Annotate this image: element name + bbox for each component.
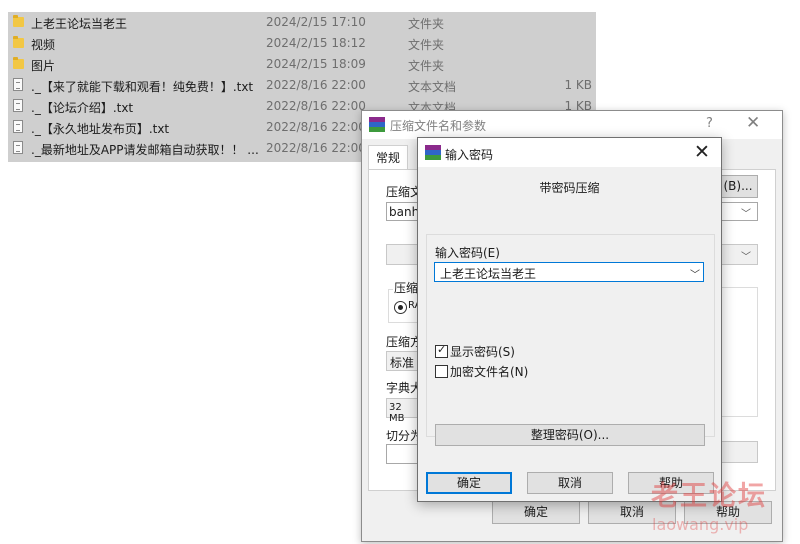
- file-date: 2024/2/15 17:10: [266, 15, 366, 29]
- file-row[interactable]: 视频 2024/2/15 18:12 文件夹: [8, 33, 596, 54]
- show-password-label: 显示密码(S): [450, 345, 515, 359]
- update-mode-select[interactable]: ﹀: [718, 202, 758, 221]
- file-row[interactable]: 上老王论坛当老王 2024/2/15 17:10 文件夹: [8, 12, 596, 33]
- password-dialog: 输入密码 ✕ 带密码压缩 输入密码(E) 上老王论坛当老王 ﹀ ✓ 显示密码(S…: [417, 137, 722, 502]
- file-type: 文件夹: [408, 38, 445, 52]
- password-value: 上老王论坛当老王: [440, 267, 537, 281]
- method-value: 标准: [390, 356, 415, 370]
- dictionary-select[interactable]: 32 MB: [386, 398, 421, 424]
- folder-icon: [13, 57, 24, 69]
- format-rar-radio[interactable]: [394, 301, 407, 314]
- watermark-logo: 老王论坛: [651, 481, 767, 512]
- file-name: 视频: [31, 38, 56, 52]
- file-name: ._【来了就能下载和观看！纯免费！】.txt: [31, 80, 254, 94]
- file-date: 2024/2/15 18:09: [266, 57, 366, 71]
- cancel-button-label: 取消: [557, 476, 582, 490]
- method-select[interactable]: 标准: [386, 351, 421, 371]
- tab-general[interactable]: 常规: [368, 145, 408, 170]
- chevron-down-icon: ﹀: [741, 252, 751, 263]
- file-row[interactable]: 图片 2024/2/15 18:09 文件夹: [8, 54, 596, 75]
- ok-button[interactable]: 确定: [426, 472, 512, 494]
- ok-button-label: 确定: [456, 476, 481, 490]
- archive-dialog-title: 压缩文件名和参数: [390, 119, 487, 133]
- split-input[interactable]: [386, 444, 421, 464]
- password-dialog-subtitle: 带密码压缩: [539, 181, 600, 195]
- chevron-down-icon: ﹀: [741, 209, 751, 220]
- format-group-label: 压缩: [393, 279, 420, 296]
- file-name: ._最新地址及APP请发邮箱自动获取！！ ...: [31, 143, 259, 157]
- dictionary-value: 32 MB: [389, 402, 405, 424]
- help-button[interactable]: ?: [706, 116, 713, 131]
- show-password-checkbox[interactable]: ✓: [435, 343, 448, 358]
- password-label: 输入密码(E): [435, 246, 500, 260]
- file-row[interactable]: ._【来了就能下载和观看！纯免费！】.txt 2022/8/16 22:00 文本文…: [8, 75, 596, 96]
- file-name: 图片: [31, 59, 56, 73]
- text-file-icon: [13, 141, 23, 154]
- file-size: 1 KB: [564, 78, 592, 92]
- text-file-icon: [13, 99, 23, 112]
- file-type: 文件夹: [408, 59, 445, 73]
- watermark-url: laowang.vip: [652, 515, 749, 534]
- organize-passwords-label: 整理密码(O)...: [530, 428, 610, 442]
- file-date: 2022/8/16 22:00: [266, 78, 366, 92]
- password-input[interactable]: 上老王论坛当老王 ﹀: [434, 262, 704, 282]
- folder-icon: [13, 15, 24, 27]
- organize-passwords-button[interactable]: 整理密码(O)...: [435, 424, 705, 446]
- close-icon[interactable]: ✕: [746, 113, 760, 133]
- ok-button[interactable]: 确定: [492, 501, 580, 524]
- password-dialog-title: 输入密码: [445, 148, 494, 162]
- winrar-icon: [425, 145, 441, 160]
- browse-button-label: (B)...: [723, 179, 753, 193]
- options-group: [718, 287, 758, 417]
- winrar-icon: [369, 117, 385, 132]
- file-name: ._【永久地址发布页】.txt: [31, 122, 170, 136]
- browse-button[interactable]: (B)...: [718, 175, 758, 198]
- ok-button-label: 确定: [523, 505, 548, 519]
- file-date: 2022/8/16 22:00: [266, 120, 366, 134]
- cancel-button[interactable]: 取消: [527, 472, 613, 494]
- encrypt-file-names-checkbox[interactable]: [435, 365, 448, 378]
- check-icon: ✓: [437, 343, 447, 356]
- file-type: 文件夹: [408, 17, 445, 31]
- close-icon[interactable]: ✕: [694, 141, 710, 163]
- file-type: 文本文档: [408, 80, 457, 94]
- file-name: ._【论坛介绍】.txt: [31, 101, 134, 115]
- set-password-button[interactable]: [718, 441, 758, 463]
- file-date: 2022/8/16 22:00: [266, 99, 366, 113]
- file-date: 2022/8/16 22:00: [266, 141, 366, 155]
- cancel-button-label: 取消: [619, 505, 644, 519]
- folder-icon: [13, 36, 24, 48]
- text-file-icon: [13, 120, 23, 133]
- file-name: 上老王论坛当老王: [31, 17, 128, 31]
- encrypt-file-names-label: 加密文件名(N): [450, 365, 529, 379]
- text-file-icon: [13, 78, 23, 91]
- chevron-down-icon[interactable]: ﹀: [690, 266, 700, 281]
- update-select[interactable]: ﹀: [718, 244, 758, 265]
- file-date: 2024/2/15 18:12: [266, 36, 366, 50]
